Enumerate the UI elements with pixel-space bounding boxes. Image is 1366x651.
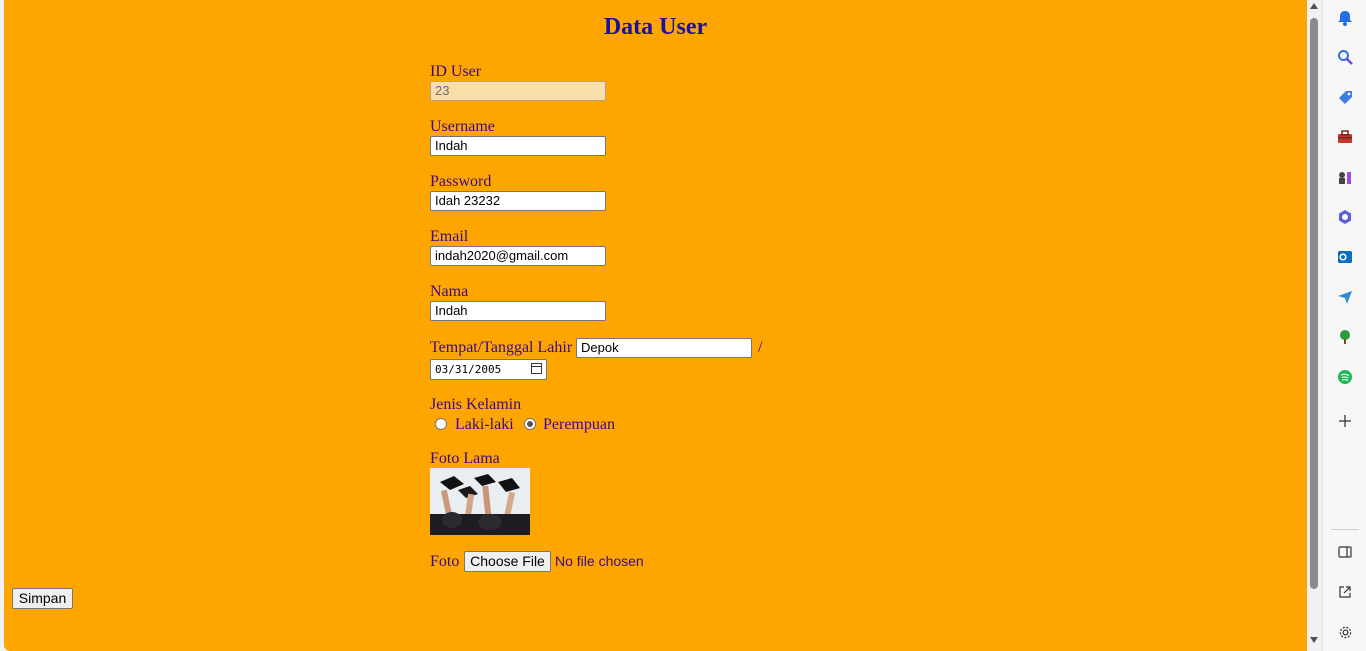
simpan-button[interactable]: Simpan [12, 588, 73, 609]
plus-icon[interactable] [1335, 411, 1355, 431]
username-input[interactable]: Indah [430, 136, 606, 156]
vertical-scrollbar[interactable] [1307, 0, 1322, 651]
foto-label: Foto [430, 553, 460, 570]
choose-file-button[interactable]: Choose File [464, 551, 551, 572]
page-content: Data User ID User 23 Username Indah Pass… [4, 0, 1307, 651]
open-external-icon[interactable] [1335, 582, 1355, 602]
nama-label: Nama [430, 283, 469, 300]
radio-perempuan-label[interactable]: Perempuan [543, 416, 615, 434]
tempat-lahir-input[interactable]: Depok [576, 338, 752, 358]
spotify-icon[interactable] [1335, 367, 1355, 387]
radio-laki-laki-label[interactable]: Laki-laki [455, 416, 514, 434]
id-user-label: ID User [430, 63, 482, 80]
browser-side-panel [1322, 0, 1366, 651]
radio-perempuan[interactable] [524, 418, 536, 430]
scroll-up-arrow-icon[interactable] [1310, 3, 1318, 9]
graduation-photo [430, 468, 530, 535]
calendar-icon[interactable] [531, 363, 542, 374]
username-label: Username [430, 118, 495, 135]
scroll-down-arrow-icon[interactable] [1310, 637, 1318, 643]
bell-icon[interactable] [1335, 8, 1355, 28]
search-icon[interactable] [1335, 47, 1355, 67]
send-icon[interactable] [1335, 287, 1355, 307]
settings-icon[interactable] [1335, 622, 1355, 642]
date-separator: / [758, 339, 763, 356]
nama-input[interactable]: Indah [430, 301, 606, 321]
gender-label: Jenis Kelamin [430, 396, 522, 413]
email-input[interactable]: indah2020@gmail.com [430, 246, 606, 266]
password-input[interactable]: Idah 23232 [430, 191, 606, 211]
foto-lama-image [430, 468, 530, 535]
side-panel-divider [1331, 529, 1359, 530]
ttl-label: Tempat/Tanggal Lahir [430, 339, 573, 356]
tag-icon[interactable] [1335, 87, 1355, 107]
chess-icon[interactable] [1335, 167, 1355, 187]
toolbox-icon[interactable] [1335, 127, 1355, 147]
page-title: Data User [603, 14, 708, 40]
tanggal-lahir-value: 03/31/2005 [435, 363, 502, 376]
outlook-icon[interactable] [1335, 247, 1355, 267]
email-label: Email [430, 228, 469, 245]
id-user-field: 23 [430, 81, 606, 101]
tanggal-lahir-date-input[interactable]: 03/31/2005 [430, 359, 547, 380]
password-label: Password [430, 173, 492, 190]
foto-lama-label: Foto Lama [430, 450, 500, 467]
scroll-thumb[interactable] [1310, 18, 1318, 589]
radio-laki-laki[interactable] [435, 418, 447, 430]
copilot-icon[interactable] [1335, 207, 1355, 227]
split-panel-icon[interactable] [1335, 542, 1355, 562]
file-status: No file chosen [555, 553, 644, 569]
tree-icon[interactable] [1335, 327, 1355, 347]
